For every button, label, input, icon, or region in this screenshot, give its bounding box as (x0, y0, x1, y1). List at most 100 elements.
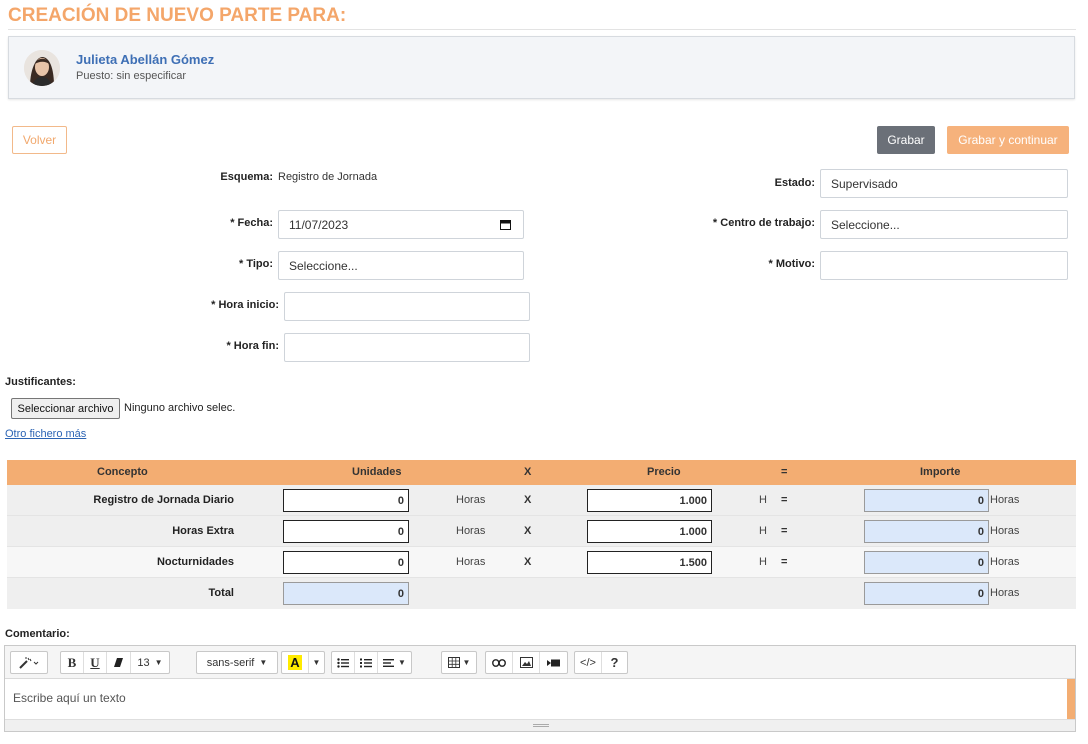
font-size-value: 13 (137, 656, 150, 669)
code-view-button[interactable]: </> (575, 652, 602, 673)
toolbar-group-lists: ▼ (331, 651, 412, 674)
link-icon[interactable] (486, 652, 513, 673)
tipo-select[interactable]: Seleccione... (278, 251, 524, 280)
row-x: X (524, 556, 532, 568)
fecha-value: 11/07/2023 (289, 217, 349, 232)
chevron-down-icon[interactable]: ▼ (309, 652, 324, 673)
eraser-icon[interactable] (107, 652, 131, 673)
unidades-unit: Horas (456, 525, 486, 537)
toolbar-group-insert (485, 651, 568, 674)
grabar-y-continuar-button[interactable]: Grabar y continuar (947, 126, 1069, 154)
header-precio: Precio (647, 466, 681, 478)
employee-card: Julieta Abellán Gómez Puesto: sin especi… (8, 36, 1075, 99)
row-concepto: Horas Extra (172, 525, 234, 537)
unidades-input[interactable]: 0 (283, 551, 409, 574)
toolbar-group-style (10, 651, 48, 674)
estado-field[interactable]: Supervisado (820, 169, 1068, 198)
comentario-editor: B U 13 ▼ sans-serif ▼ A ▼ ▼ ▼ </> ? Escr… (4, 645, 1076, 732)
comentario-label: Comentario: (5, 628, 70, 640)
grabar-button[interactable]: Grabar (877, 126, 935, 154)
justificantes-label: Justificantes: (5, 376, 76, 388)
seleccionar-archivo-button[interactable]: Seleccionar archivo (11, 398, 120, 419)
hora-inicio-input[interactable] (284, 292, 530, 321)
row-concepto: Registro de Jornada Diario (93, 494, 234, 506)
precio-input[interactable]: 1.000 (587, 489, 712, 512)
centro-trabajo-select[interactable]: Seleccione... (820, 210, 1068, 239)
unidades-input[interactable]: 0 (283, 520, 409, 543)
calendar-icon[interactable] (500, 219, 511, 230)
toolbar-group-misc: </> ? (574, 651, 628, 674)
header-importe: Importe (920, 466, 961, 478)
unordered-list-icon[interactable] (332, 652, 355, 673)
precio-unit: H (759, 525, 767, 537)
row-eq: = (781, 556, 788, 568)
precio-unit: H (759, 494, 767, 506)
importe-field: 0 (864, 551, 989, 574)
font-size-select[interactable]: 13 ▼ (131, 652, 169, 673)
header-concepto: Concepto (97, 466, 148, 478)
total-importe-unit: Horas (990, 587, 1020, 599)
align-icon[interactable]: ▼ (378, 652, 411, 673)
image-icon[interactable] (513, 652, 540, 673)
row-concepto: Nocturnidades (156, 556, 234, 568)
text-color-button[interactable]: A (282, 652, 309, 673)
importe-unit: Horas (990, 525, 1020, 537)
estado-value: Supervisado (831, 176, 898, 191)
ordered-list-icon[interactable] (355, 652, 378, 673)
header-eq: = (781, 466, 788, 478)
total-importe-field: 0 (864, 582, 989, 605)
font-family-select[interactable]: sans-serif ▼ (197, 652, 277, 673)
esquema-value: Registro de Jornada (278, 171, 378, 183)
underline-button[interactable]: U (84, 652, 107, 673)
precio-input[interactable]: 1.500 (587, 551, 712, 574)
editor-resize-handle[interactable] (5, 719, 1075, 731)
row-eq: = (781, 525, 788, 537)
file-status: Ninguno archivo selec. (124, 402, 236, 414)
table-row: Horas Extra 0 Horas X 1.000 H = 0 Horas (7, 516, 1076, 547)
table-header: Concepto Unidades X Precio = Importe (7, 460, 1076, 485)
resize-grip-icon (533, 724, 549, 727)
text-color-letter: A (288, 655, 302, 670)
importe-field: 0 (864, 489, 989, 512)
editor-scrollbar[interactable] (1067, 679, 1075, 719)
magic-wand-icon[interactable] (11, 652, 47, 673)
help-button[interactable]: ? (602, 652, 627, 673)
employee-name[interactable]: Julieta Abellán Gómez (76, 52, 214, 67)
unidades-input[interactable]: 0 (283, 489, 409, 512)
motivo-label: * Motivo: (768, 258, 815, 270)
toolbar-group-color: A ▼ (281, 651, 325, 674)
employee-puesto: Puesto: sin especificar (76, 70, 187, 82)
chevron-down-icon: ▼ (462, 658, 471, 667)
total-unidades-field: 0 (283, 582, 409, 605)
editor-placeholder: Escribe aquí un texto (13, 691, 126, 705)
row-x: X (524, 525, 532, 537)
importe-unit: Horas (990, 556, 1020, 568)
table-icon[interactable]: ▼ (442, 652, 476, 673)
video-icon[interactable] (540, 652, 567, 673)
hora-fin-input[interactable] (284, 333, 530, 362)
volver-button[interactable]: Volver (12, 126, 67, 154)
editor-content[interactable]: Escribe aquí un texto (5, 679, 1075, 719)
bold-button[interactable]: B (61, 652, 84, 673)
table-total-row: Total 0 0 Horas (7, 578, 1076, 609)
hora-inicio-label: * Hora inicio: (211, 299, 279, 311)
tipo-label: * Tipo: (238, 258, 273, 270)
precio-input[interactable]: 1.000 (587, 520, 712, 543)
otro-fichero-link[interactable]: Otro fichero más (5, 428, 86, 440)
centro-trabajo-label: * Centro de trabajo: (712, 217, 815, 229)
table-row: Nocturnidades 0 Horas X 1.500 H = 0 Hora… (7, 547, 1076, 578)
fecha-label: * Fecha: (230, 217, 273, 229)
toolbar-group-table: ▼ (441, 651, 477, 674)
total-label: Total (208, 587, 234, 599)
editor-toolbar: B U 13 ▼ sans-serif ▼ A ▼ ▼ ▼ </> ? (5, 646, 1075, 679)
precio-unit: H (759, 556, 767, 568)
header-x: X (524, 466, 532, 478)
esquema-label: Esquema: (220, 171, 273, 183)
header-unidades: Unidades (352, 466, 402, 478)
importe-unit: Horas (990, 494, 1020, 506)
fecha-input[interactable]: 11/07/2023 (278, 210, 524, 239)
conceptos-table: Concepto Unidades X Precio = Importe Reg… (7, 460, 1076, 609)
hora-fin-label: * Hora fin: (226, 340, 279, 352)
toolbar-group-font: B U 13 ▼ (60, 651, 170, 674)
motivo-input[interactable] (820, 251, 1068, 280)
